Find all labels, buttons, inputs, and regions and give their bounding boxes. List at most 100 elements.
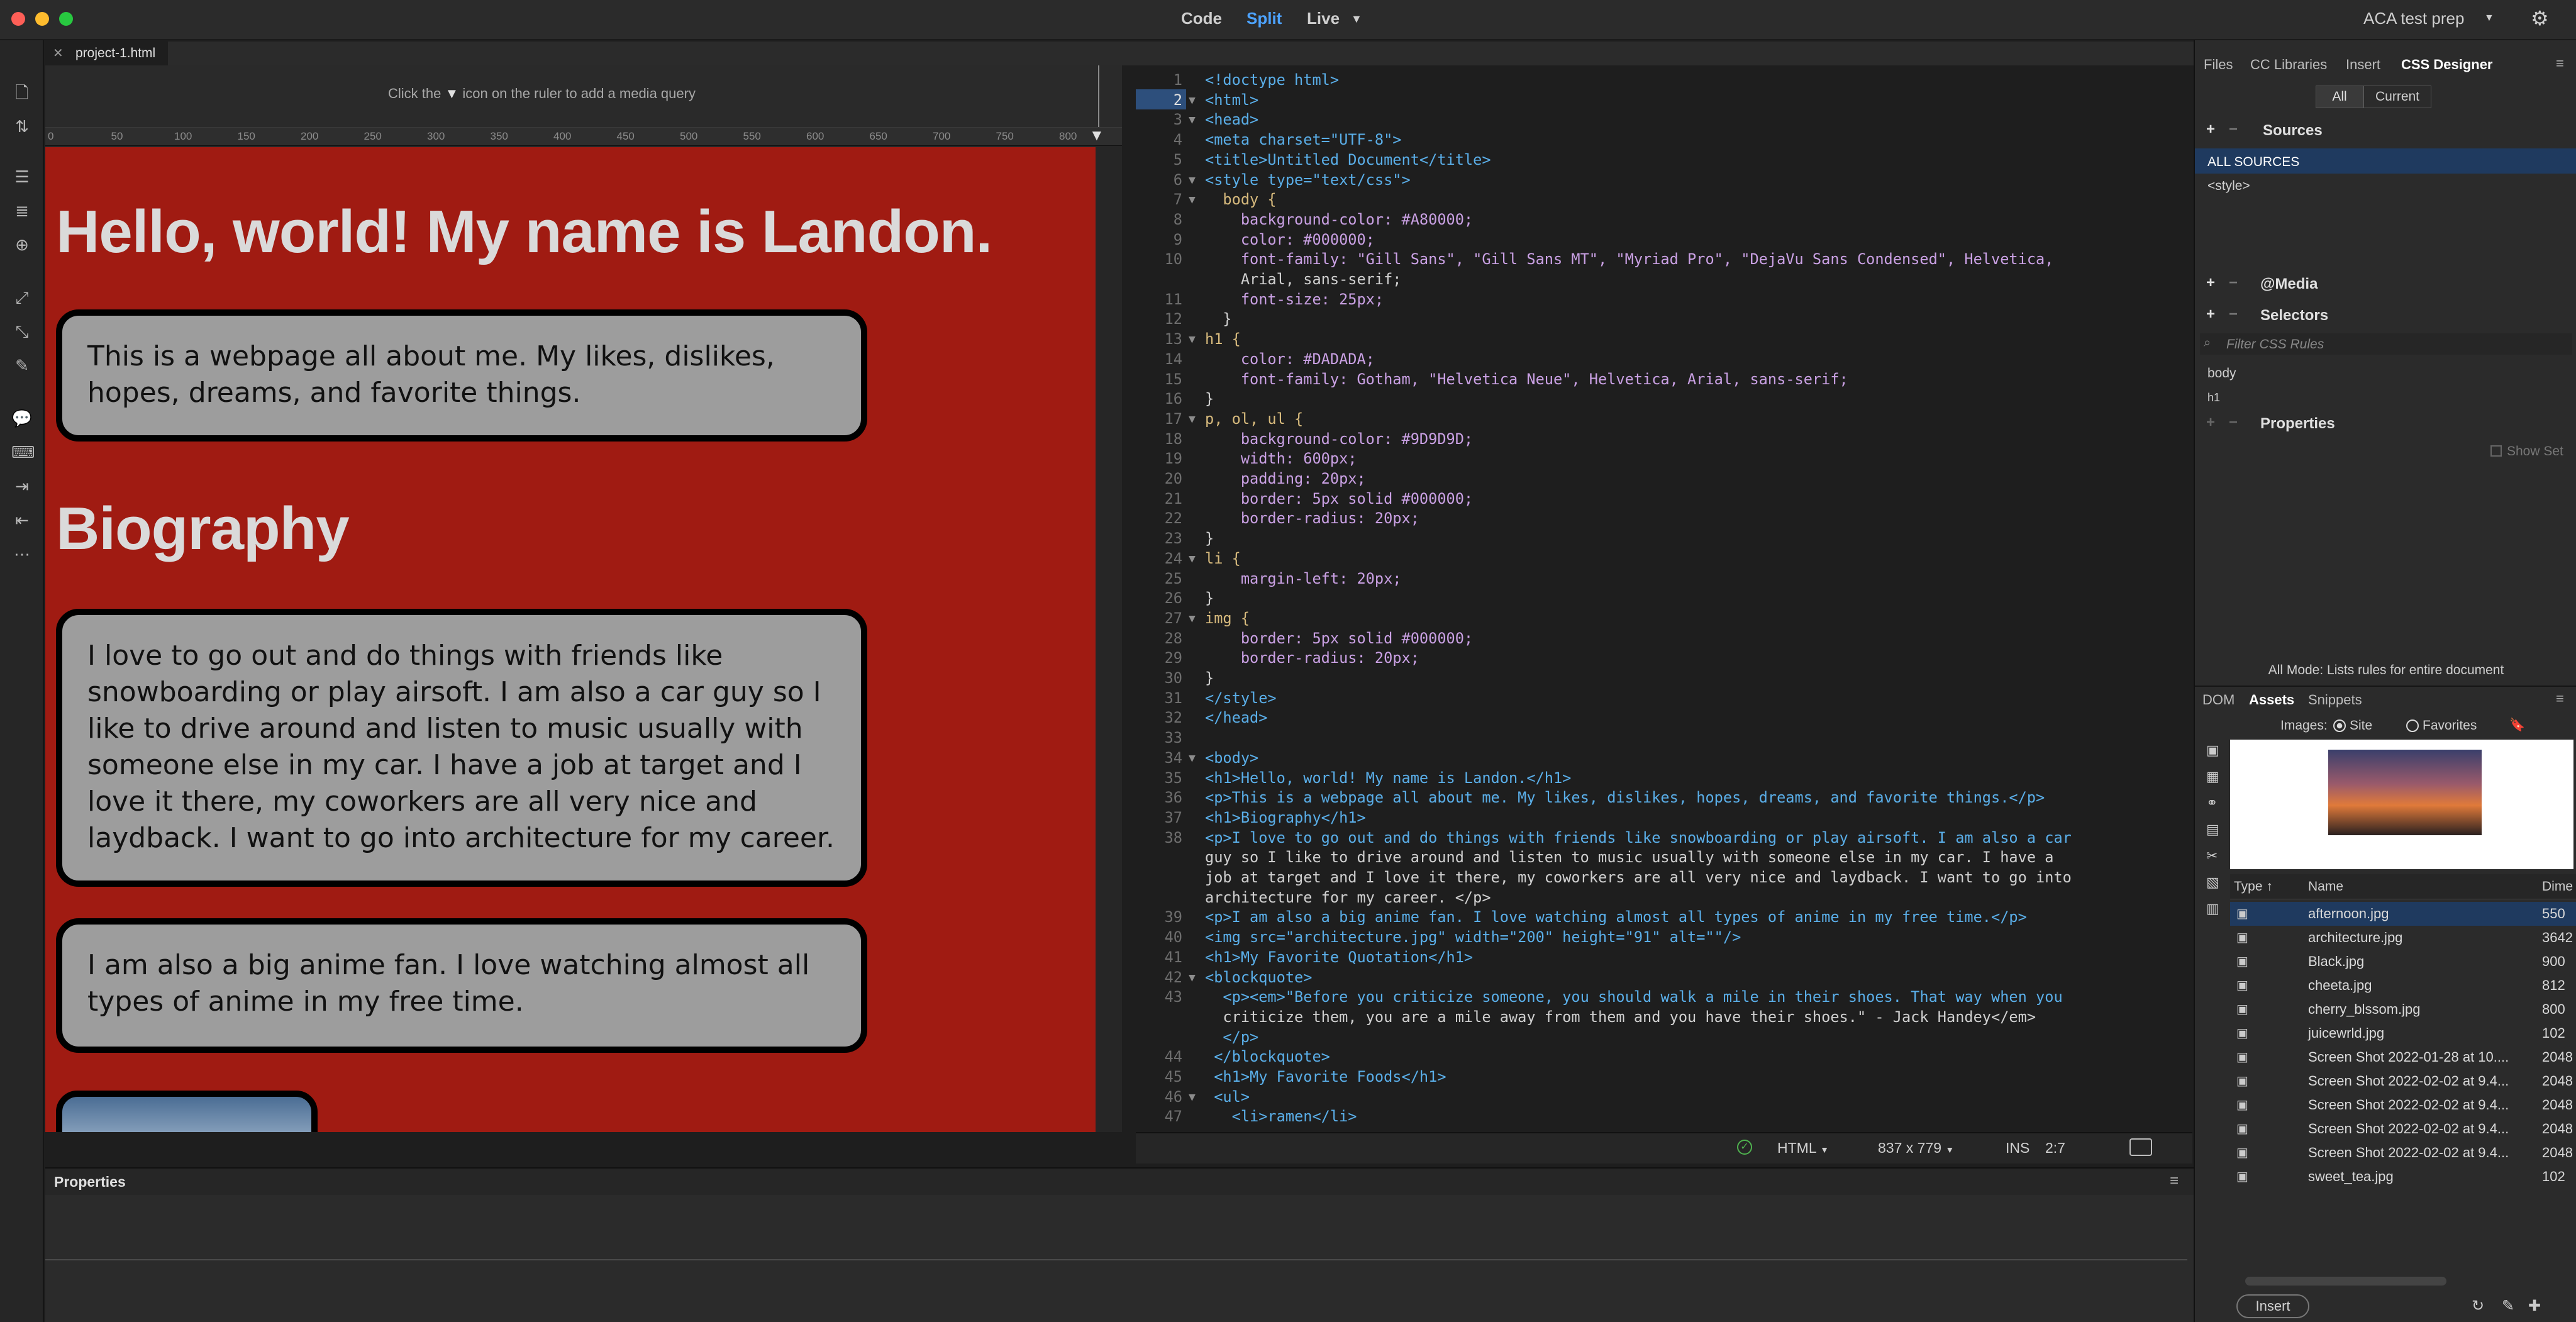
tab-cc-libraries[interactable]: CC Libraries xyxy=(2250,57,2327,73)
show-set-checkbox[interactable] xyxy=(2490,445,2502,457)
code-line[interactable]: 46 ▼ <ul> xyxy=(1136,1087,2180,1108)
paragraph-anime[interactable]: I am also a big anime fan. I love watchi… xyxy=(56,918,867,1053)
code-line[interactable]: 7 ▼ body { xyxy=(1136,190,2180,210)
fold-toggle-icon[interactable]: ▼ xyxy=(1189,1087,1196,1108)
add-property-icon[interactable]: + xyxy=(2206,414,2215,431)
code-line[interactable]: 29 border-radius: 20px; xyxy=(1136,648,2180,669)
preview-icon[interactable] xyxy=(2129,1138,2152,1156)
images-icon[interactable]: ▣ xyxy=(2206,742,2219,758)
document-type-select[interactable]: HTML ▼ xyxy=(1777,1140,1829,1157)
maximize-window-button[interactable] xyxy=(59,12,73,26)
format-source-icon[interactable]: ≣ xyxy=(11,200,33,221)
code-line[interactable]: 44 </blockquote> xyxy=(1136,1047,2180,1067)
favorites-radio[interactable] xyxy=(2406,719,2419,732)
code-line[interactable]: 13 ▼ h1 { xyxy=(1136,330,2180,350)
code-line[interactable]: 22 border-radius: 20px; xyxy=(1136,509,2180,529)
fold-toggle-icon[interactable]: ▼ xyxy=(1189,330,1196,350)
column-name[interactable]: Name xyxy=(2308,879,2343,894)
code-line[interactable]: 37 <h1>Biography</h1> xyxy=(1136,808,2180,828)
toggle-current[interactable]: Current xyxy=(2363,86,2431,108)
code-line[interactable]: 8 background-color: #A80000; xyxy=(1136,210,2180,230)
more-tools-icon[interactable]: ⋯ xyxy=(11,543,33,565)
code-view[interactable]: 1 <!doctype html> 2 ▼ <html> 3 ▼ <head> 4 <meta c… xyxy=(1136,65,2192,1132)
document-tab[interactable]: ✕ project-1.html xyxy=(44,42,169,65)
fold-toggle-icon[interactable]: ▼ xyxy=(1189,549,1196,569)
scripts-icon[interactable]: ✂ xyxy=(2206,848,2218,864)
inspect-icon[interactable]: ⊕ xyxy=(11,234,33,255)
code-line[interactable]: 12 } xyxy=(1136,309,2180,330)
code-line[interactable]: 41 <h1>My Favorite Quotation</h1> xyxy=(1136,948,2180,968)
asset-row[interactable]: ▣ Screen Shot 2022-02-02 at 9.4... 2048 xyxy=(2230,1141,2576,1165)
expand-icon[interactable]: ⤢ xyxy=(11,287,33,308)
fold-toggle-icon[interactable]: ▼ xyxy=(1189,968,1196,988)
column-type[interactable]: Type ↑ xyxy=(2234,879,2273,894)
code-line[interactable]: 24 ▼ li { xyxy=(1136,549,2180,569)
live-mode-button[interactable]: Live xyxy=(1307,9,1340,28)
code-line[interactable]: 36 <p>This is a webpage all about me. My … xyxy=(1136,788,2180,808)
style-source-item[interactable]: <style> xyxy=(2207,179,2250,194)
asset-row[interactable]: ▣ cherry_blssom.jpg 800 xyxy=(2230,997,2576,1021)
remove-property-icon[interactable]: − xyxy=(2229,414,2238,431)
code-line[interactable]: architecture for my career. </p> xyxy=(1136,888,2180,908)
asset-row[interactable]: ▣ Screen Shot 2022-02-02 at 9.4... 2048 xyxy=(2230,1093,2576,1117)
tab-assets[interactable]: Assets xyxy=(2249,692,2294,708)
code-line[interactable]: 28 border: 5px solid #000000; xyxy=(1136,629,2180,649)
media-query-ruler-icon[interactable]: ▼ xyxy=(1089,127,1104,145)
asset-row[interactable]: ▣ Screen Shot 2022-02-02 at 9.4... 2048 xyxy=(2230,1117,2576,1141)
asset-row[interactable]: ▣ Black.jpg 900 xyxy=(2230,950,2576,974)
toggle-all[interactable]: All xyxy=(2316,86,2363,108)
code-line[interactable]: 30} xyxy=(1136,669,2180,689)
insert-mode-indicator[interactable]: INS xyxy=(2006,1140,2029,1157)
comment-icon[interactable]: 💬 xyxy=(11,408,33,429)
live-dropdown-icon[interactable]: ▼ xyxy=(1351,13,1362,26)
code-line[interactable]: job at target and I love it there, my co… xyxy=(1136,868,2180,888)
library-icon[interactable]: ▥ xyxy=(2206,901,2219,917)
apply-comment-icon[interactable]: ⌨ xyxy=(11,442,35,463)
paragraph-biography[interactable]: I love to go out and do things with frie… xyxy=(56,609,867,887)
live-view-options-icon[interactable]: ☰ xyxy=(11,166,33,187)
code-line[interactable]: 10 font-family: "Gill Sans", "Gill Sans … xyxy=(1136,250,2180,270)
panel-menu-icon[interactable]: ≡ xyxy=(2556,691,2564,707)
code-line[interactable]: 27 ▼ img { xyxy=(1136,609,2180,629)
indent-icon[interactable]: ⇥ xyxy=(11,475,33,497)
remove-source-icon[interactable]: − xyxy=(2229,121,2238,138)
code-line[interactable]: 20 padding: 20px; xyxy=(1136,469,2180,489)
column-dimensions[interactable]: Dime xyxy=(2542,879,2573,894)
colors-icon[interactable]: ▦ xyxy=(2206,769,2219,785)
code-line[interactable]: 34 ▼ <body> xyxy=(1136,748,2180,769)
code-line[interactable]: 5 <title>Untitled Document</title> xyxy=(1136,150,2180,170)
filter-css-rules-input[interactable]: ⌕ Filter CSS Rules xyxy=(2200,333,2572,355)
code-line[interactable]: 40 <img src="architecture.jpg" width="200… xyxy=(1136,928,2180,948)
asset-row[interactable]: ▣ Screen Shot 2022-02-02 at 9.4... 2048 xyxy=(2230,1069,2576,1093)
code-line[interactable]: 43 <p><em>"Before you criticize someone,… xyxy=(1136,987,2180,1008)
code-line[interactable]: 39 <p>I am also a big anime fan. I love w… xyxy=(1136,908,2180,928)
file-transfer-icon[interactable]: ⇅ xyxy=(11,116,33,137)
code-line[interactable]: criticize them, you are a mile away from… xyxy=(1136,1008,2180,1028)
code-line[interactable]: 16} xyxy=(1136,389,2180,409)
code-line[interactable]: 2 ▼ <html> xyxy=(1136,91,2180,111)
horizontal-ruler[interactable]: 0 50 100 150 200 250 300 350 400 450 500 550 600 650 7… xyxy=(45,127,1122,146)
code-line[interactable]: 31 </style> xyxy=(1136,689,2180,709)
add-media-icon[interactable]: + xyxy=(2206,274,2215,292)
assets-scrollbar[interactable] xyxy=(2245,1277,2446,1286)
code-line[interactable]: </p> xyxy=(1136,1028,2180,1048)
heading-hello[interactable]: Hello, world! My name is Landon. xyxy=(56,197,992,267)
fold-toggle-icon[interactable]: ▼ xyxy=(1189,91,1196,111)
paragraph-intro[interactable]: This is a webpage all about me. My likes… xyxy=(56,309,867,442)
code-line[interactable]: guy so I like to drive around and listen… xyxy=(1136,848,2180,868)
code-line[interactable]: Arial, sans-serif; xyxy=(1136,270,2180,290)
collapse-icon[interactable]: ⤡ xyxy=(11,321,33,342)
heading-biography[interactable]: Biography xyxy=(56,494,350,564)
code-line[interactable]: 17 ▼ p, ol, ul { xyxy=(1136,409,2180,430)
site-radio[interactable] xyxy=(2333,719,2346,732)
code-line[interactable]: 42 ▼ <blockquote> xyxy=(1136,968,2180,988)
code-line[interactable]: 21 border: 5px solid #000000; xyxy=(1136,489,2180,509)
panel-menu-icon[interactable]: ≡ xyxy=(2556,55,2564,72)
tab-snippets[interactable]: Snippets xyxy=(2308,692,2362,708)
code-line[interactable]: 1 <!doctype html> xyxy=(1136,70,2180,91)
split-mode-button[interactable]: Split xyxy=(1246,9,1282,28)
all-sources-item[interactable]: ALL SOURCES xyxy=(2195,148,2576,174)
asset-row[interactable]: ▣ afternoon.jpg 550 xyxy=(2230,902,2576,926)
urls-icon[interactable]: ⚭ xyxy=(2206,795,2218,811)
refresh-icon[interactable]: ↻ xyxy=(2472,1297,2484,1315)
